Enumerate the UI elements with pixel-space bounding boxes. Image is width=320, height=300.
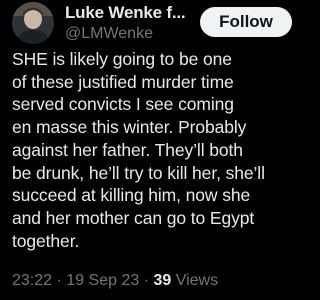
tweet-text-line: together.	[12, 230, 80, 251]
tweet-time[interactable]: 23:22	[12, 272, 52, 289]
meta-separator: ·	[56, 272, 62, 289]
author-display-name[interactable]: Luke Wenke f...	[65, 3, 186, 23]
tweet-header: Luke Wenke f... @LMWenke Follow	[12, 2, 294, 46]
tweet-meta: 23:22 · 19 Sep 23 · 39 Views	[12, 272, 218, 290]
meta-separator: ·	[143, 272, 150, 289]
tweet-text-line: against her father. They’ll both	[12, 139, 243, 160]
tweet-card: Luke Wenke f... @LMWenke Follow SHE is l…	[0, 0, 300, 300]
views-count[interactable]: 39	[153, 272, 171, 289]
follow-button[interactable]: Follow	[200, 7, 292, 37]
tweet-text-line: en masse this winter. Probably	[12, 117, 247, 138]
author-handle[interactable]: @LMWenke	[65, 25, 153, 43]
avatar[interactable]	[12, 2, 54, 44]
tweet-text: SHE is likely going to be one of these j…	[12, 48, 298, 252]
tweet-date[interactable]: 19 Sep 23	[66, 272, 139, 289]
tweet-text-line: be drunk, he’ll try to kill her, she’ll	[12, 162, 265, 183]
avatar-photo-icon	[12, 2, 54, 44]
tweet-text-line: of these justified murder time	[12, 71, 234, 92]
tweet-text-line: succeed at killing him, now she	[12, 185, 251, 206]
tweet-text-line: and her mother can go to Egypt	[12, 207, 255, 228]
tweet-text-line: SHE is likely going to be one	[12, 49, 232, 69]
views-label: Views	[175, 272, 219, 289]
tweet-text-line: served convicts I see coming	[12, 94, 234, 115]
